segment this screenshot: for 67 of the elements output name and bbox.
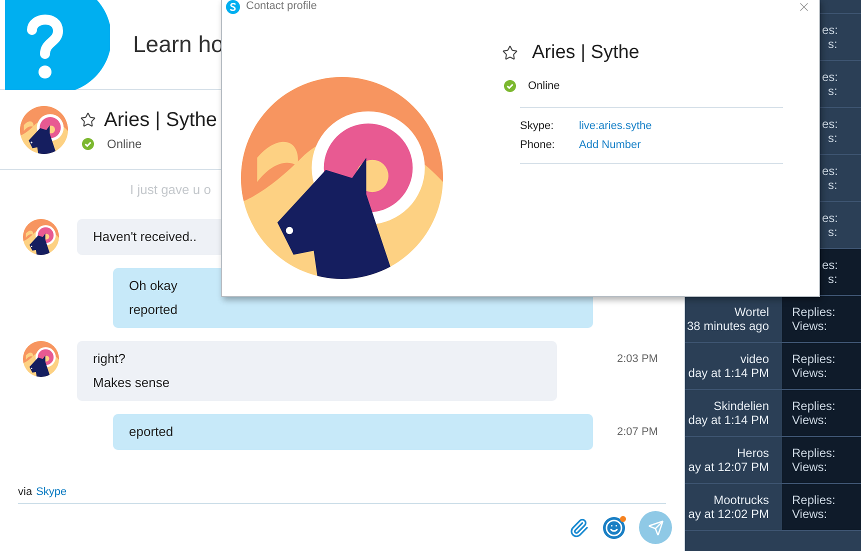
- views-label: Views:: [792, 413, 828, 427]
- thread-time: ay at 12:02 PM: [688, 507, 769, 521]
- thread-author[interactable]: Mootrucks: [714, 493, 769, 507]
- field-link[interactable]: Add Number: [579, 138, 641, 153]
- replies-label: Replies:: [792, 446, 836, 460]
- thread-author[interactable]: video: [740, 352, 769, 366]
- thread-time: ay at 12:07 PM: [688, 460, 769, 474]
- field-link[interactable]: live:aries.sythe: [579, 119, 652, 134]
- views-label: Views:: [792, 319, 828, 333]
- status-text: Online: [107, 136, 142, 153]
- thread-time: 38 minutes ago: [686, 319, 769, 333]
- message-text: reported: [129, 301, 178, 319]
- send-icon: [648, 520, 664, 536]
- profile-status: Online: [528, 78, 560, 94]
- replies-label: es:: [822, 70, 840, 84]
- message-text: right?: [93, 350, 127, 368]
- replies-label: es:: [822, 117, 840, 131]
- views-label: s:: [827, 225, 838, 239]
- field-label: Skype:: [520, 119, 555, 134]
- views-label: s:: [827, 272, 838, 286]
- thread-author[interactable]: Wortel: [734, 305, 769, 319]
- via-label: via: [18, 484, 32, 500]
- views-label: Views:: [792, 366, 828, 380]
- replies-label: Replies:: [792, 305, 836, 319]
- message-text: Oh okay: [129, 277, 178, 295]
- replies-label: es:: [822, 23, 840, 37]
- online-status-icon: [82, 138, 94, 150]
- profile-name: Aries | Sythe: [532, 41, 640, 65]
- skype-link[interactable]: Skype: [36, 484, 67, 500]
- field-label: Phone:: [520, 138, 556, 153]
- message-text: Haven't received..: [93, 228, 198, 246]
- emoji-icon[interactable]: [603, 516, 625, 538]
- favorite-star-icon[interactable]: [80, 112, 96, 128]
- contact-name: Aries | Sythe: [104, 108, 218, 133]
- message-text: eported: [129, 423, 174, 441]
- online-status-icon: [504, 80, 516, 92]
- message-time: 2:03 PM: [617, 352, 658, 367]
- thread-author[interactable]: Skindelien: [714, 399, 769, 413]
- views-label: s:: [827, 178, 838, 192]
- dialog-title: Contact profile: [246, 0, 317, 13]
- views-label: Views:: [792, 507, 828, 521]
- attach-icon[interactable]: [569, 518, 589, 538]
- replies-label: es:: [822, 211, 840, 225]
- replies-label: Replies:: [792, 493, 836, 507]
- views-label: s:: [827, 84, 838, 98]
- thread-time: day at 1:14 PM: [688, 366, 769, 380]
- forum-row-stats[interactable]: Replies: Views:: [782, 437, 861, 483]
- thread-time: day at 1:14 PM: [688, 413, 769, 427]
- views-label: Views:: [792, 460, 828, 474]
- replies-label: Replies:: [792, 352, 836, 366]
- replies-label: es:: [822, 258, 840, 272]
- sender-avatar: [23, 219, 59, 255]
- views-label: s:: [827, 131, 838, 145]
- forum-row-stats[interactable]: Replies: Views:: [782, 343, 861, 389]
- forum-row-stats[interactable]: Replies: Views:: [782, 390, 861, 436]
- forum-row-stats[interactable]: Replies: Views:: [782, 296, 861, 342]
- sender-avatar: [23, 341, 59, 377]
- replies-label: es:: [822, 164, 840, 178]
- message-time: 2:07 PM: [617, 425, 658, 440]
- forum-row-stats[interactable]: Replies: Views:: [782, 484, 861, 530]
- message-text: Makes sense: [93, 374, 171, 392]
- contact-avatar: [20, 106, 68, 154]
- thread-author[interactable]: Heros: [736, 446, 769, 460]
- faded-message: I just gave u o: [130, 182, 211, 197]
- favorite-star-icon[interactable]: [502, 45, 518, 62]
- views-label: s:: [827, 37, 838, 51]
- replies-label: Replies:: [792, 399, 836, 413]
